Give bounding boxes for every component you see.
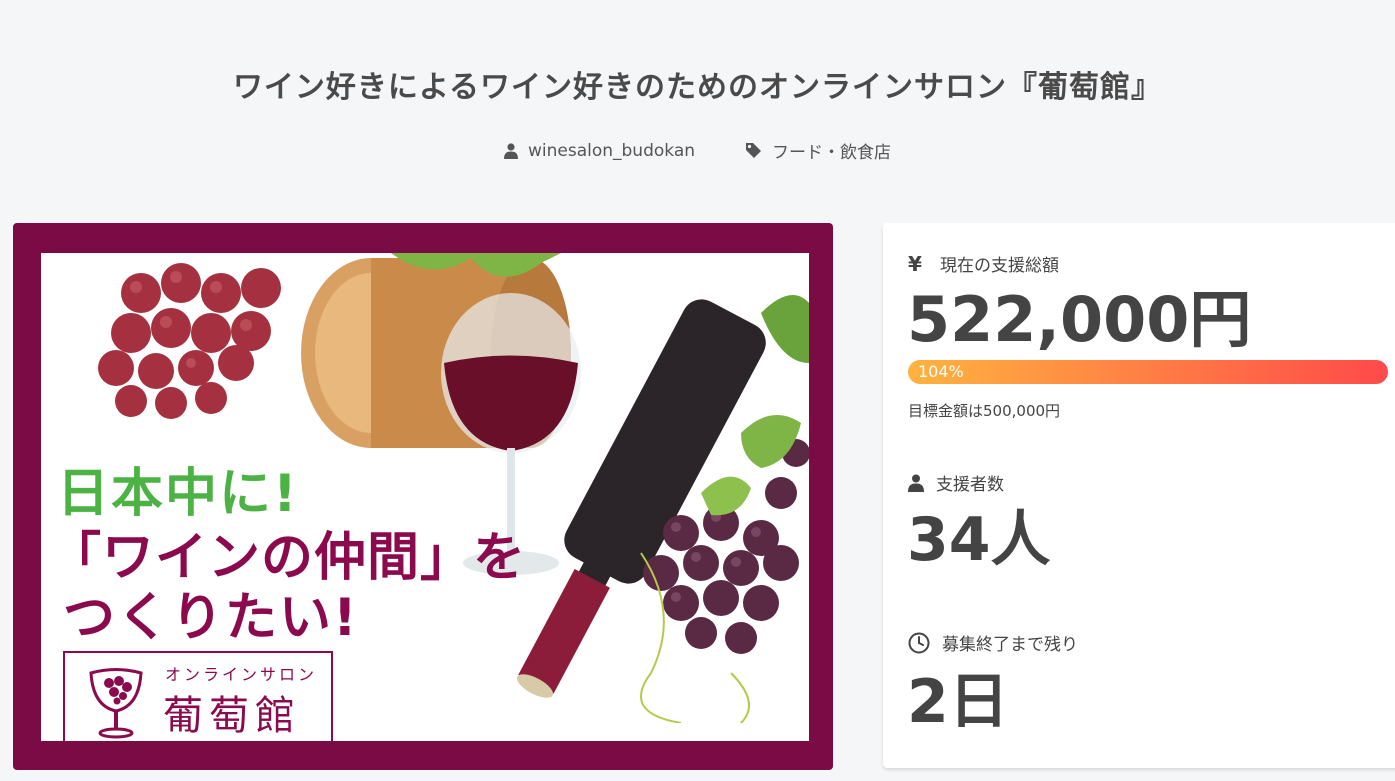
tag-icon xyxy=(746,143,762,158)
amount-label-row: ¥ 現在の支援総額 xyxy=(908,251,1059,277)
clock-icon xyxy=(908,632,930,653)
yen-icon: ¥ xyxy=(908,251,922,276)
progress-percent: 104% xyxy=(918,362,964,381)
project-hero-image: 日本中に! 「ワインの仲間」を つくりたい! オンラインサロン 葡萄館 xyxy=(13,223,833,770)
user-icon xyxy=(908,474,924,492)
user-icon xyxy=(503,142,518,159)
page-title: ワイン好きによるワイン好きのためのオンラインサロン『葡萄館』 xyxy=(232,70,1163,105)
remaining-value: 2日 xyxy=(907,667,1009,737)
owner-name: winesalon_budokan xyxy=(527,140,696,161)
owner-link[interactable]: winesalon_budokan xyxy=(503,138,696,163)
hero-canvas: 日本中に! 「ワインの仲間」を つくりたい! オンラインサロン 葡萄館 xyxy=(41,253,809,741)
supporters-value: 34人 xyxy=(907,505,1051,575)
goal-amount: 目標金額は500,000円 xyxy=(908,402,1061,420)
supporters-label-row: 支援者数 xyxy=(908,470,1004,495)
logo-name: 葡萄館 xyxy=(163,693,301,739)
amount-label: 現在の支援総額 xyxy=(940,256,1059,276)
wine-glass-logo-icon xyxy=(89,668,143,739)
funding-stats-panel: ¥ 現在の支援総額 522,000円 104% 目標金額は500,000円 支援… xyxy=(883,223,1395,768)
supporters-label: 支援者数 xyxy=(936,475,1004,495)
category-link[interactable]: フード・飲食店 xyxy=(745,138,891,163)
logo-subtitle: オンラインサロン xyxy=(165,665,318,684)
remaining-label: 募集終了まで残り xyxy=(942,635,1078,655)
project-meta: winesalon_budokan フード・飲食店 xyxy=(0,138,1395,163)
hero-headline-3: つくりたい! xyxy=(63,588,359,648)
remaining-label-row: 募集終了まで残り xyxy=(908,630,1078,655)
salon-logo: オンラインサロン 葡萄館 xyxy=(63,651,333,741)
category-name: フード・飲食店 xyxy=(772,143,892,163)
funding-progress-bar: 104% xyxy=(908,360,1388,384)
amount-value: 522,000円 xyxy=(907,283,1252,356)
